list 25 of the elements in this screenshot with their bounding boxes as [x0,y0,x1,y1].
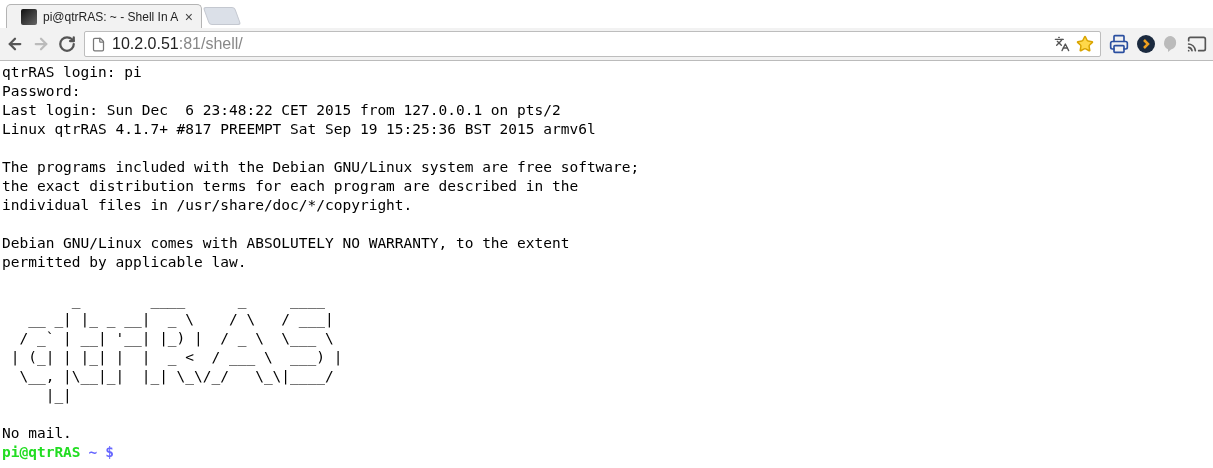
terminal-line: permitted by applicable law. [2,253,248,272]
prompt-symbol: $ [105,443,115,462]
chevron-extension-icon[interactable] [1137,35,1155,53]
prompt-user-host: pi@qtrRAS [2,443,81,462]
terminal-line: Password: [2,82,82,101]
prompt-path: ~ [88,443,98,462]
terminal-line: The programs included with the Debian GNU/Linux system are free software; [2,158,641,177]
ascii-art-logo: _ ____ _ ____ __ _| |_ _ __| _ \ / \ / ___| / _` | __| '__| |_) | / _ \ \___ \ | (_| | |_| | | _ < / ___ \ ___) | \__, |\__|_| |_| \_\/_/ \_\|____/ |_| [9,291,344,405]
terminal-line: Linux qtrRAS 4.1.7+ #817 PREEMPT Sat Sep 19 15:25:36 BST 2015 armv6l [2,120,597,139]
back-button[interactable] [6,35,24,53]
terminal-line: Last login: Sun Dec 6 23:48:22 CET 2015 from 127.0.0.1 on pts/2 [2,101,562,120]
printer-button[interactable] [1109,34,1129,54]
address-bar[interactable]: 10.2.0.51:81/shell/ [84,31,1101,57]
terminal-line: No mail. [2,424,73,443]
terminal-line: the exact distribution terms for each program are described in the [2,177,580,196]
reload-button[interactable] [58,35,76,53]
bookmark-star-icon[interactable] [1076,35,1094,53]
translate-icon[interactable] [1054,36,1070,52]
cast-button[interactable] [1187,34,1207,54]
terminal-line: Debian GNU/Linux comes with ABSOLUTELY NO WARRANTY, to the extent [2,234,571,253]
close-tab-button[interactable]: × [184,8,193,25]
page-icon [91,36,106,52]
browser-tab[interactable]: pi@qtrRAS: ~ - Shell In A × [6,4,202,28]
terminal-line: individual files in /usr/share/doc/*/copyright. [2,196,414,215]
terminal-line: qtrRAS login: pi [2,63,143,82]
